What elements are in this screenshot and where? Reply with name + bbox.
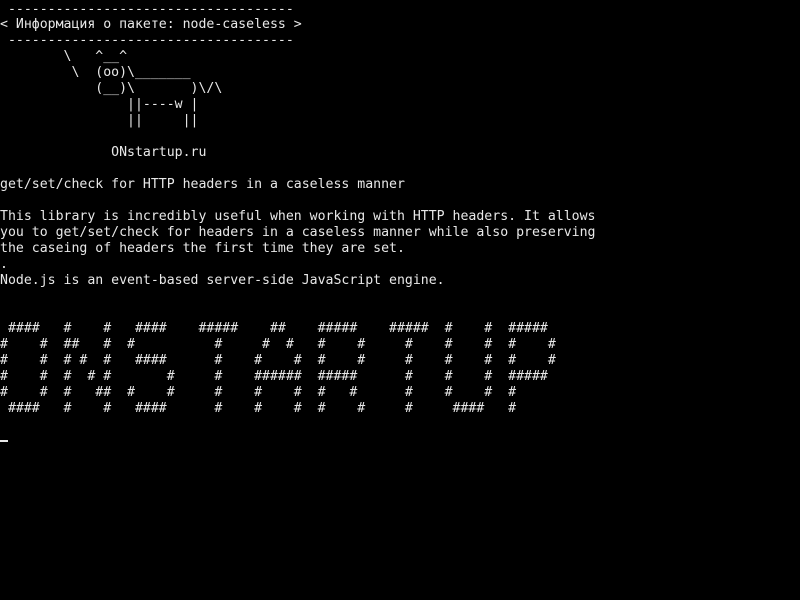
terminal-screen[interactable]: ------------------------------------ < И… [0,0,800,600]
cow-art-line: \ (oo)\_______ [0,65,191,80]
banner-line: # # ## # # # # # # # # # # # # [0,337,556,352]
text-cursor [0,440,8,442]
banner-line: #### # # #### ##### ## ##### ##### # # #… [0,321,548,336]
package-summary: get/set/check for HTTP headers in a case… [0,177,405,192]
cow-art-line: ||----w | [0,97,199,112]
bubble-bottom-border: ------------------------------------ [0,33,294,48]
banner-line: # # # # # #### # # # # # # # # # # [0,353,556,368]
cow-art-line: (__)\ )\/\ [0,81,223,96]
bubble-text: < Информация о пакете: node-caseless > [0,17,302,32]
description-line: you to get/set/check for headers in a ca… [0,225,596,240]
banner-line: # # # # # # # ###### ##### # # # ##### [0,369,548,384]
description-line: This library is incredibly useful when w… [0,209,596,224]
banner-line: #### # # #### # # # # # # #### # [0,401,517,416]
bubble-top-border: ------------------------------------ [0,2,294,17]
dot-line: . [0,257,8,272]
nodejs-description: Node.js is an event-based server-side Ja… [0,273,445,288]
site-label: ONstartup.ru [0,145,207,160]
banner-line: # # # ## # # # # # # # # # # # [0,385,517,400]
description-line: the caseing of headers the first time th… [0,241,405,256]
cow-art-line: || || [0,113,199,128]
cow-art-line: \ ^__^ [0,49,128,64]
